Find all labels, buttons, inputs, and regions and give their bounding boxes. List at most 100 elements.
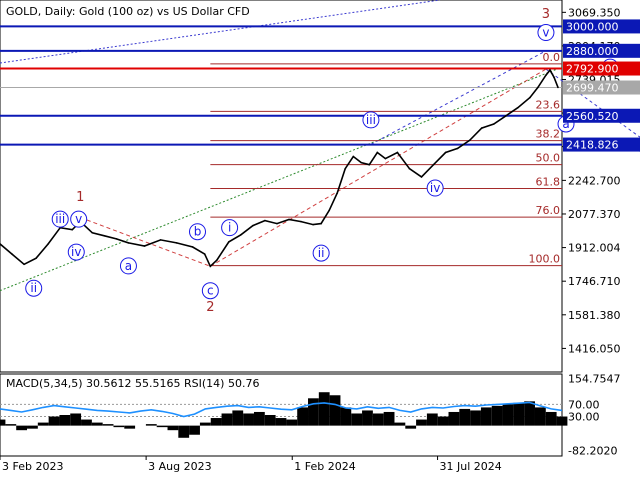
macd-bar [124,425,136,429]
time-tick-label: 3 Aug 2023 [148,460,211,473]
macd-bar [189,425,200,435]
price-point [480,127,483,129]
indicator-label: MACD(5,34,5) 30.5612 55.5165 RSI(14) 50.… [6,377,259,390]
macd-bar [0,419,6,426]
price-point [312,223,314,226]
indicator-tick-label: 70.00 [568,398,600,411]
price-point [215,259,218,261]
macd-bar [513,402,525,426]
level-badge-label: 2560.520 [566,110,619,123]
wave-label-major: 3 [542,7,550,22]
macd-bar [167,425,179,431]
price-point [252,224,254,227]
wave-label: c [207,284,214,298]
macd-bar [470,410,481,426]
wave-label: v [542,26,549,40]
price-point [408,167,411,170]
indicator-tick-label: 30.00 [568,411,600,424]
time-tick-label: 3 Feb 2023 [2,460,63,473]
price-point [545,74,547,77]
macd-bar [459,408,471,426]
price-point [444,151,447,154]
price-point [209,265,212,268]
level-badge-label: 2699.470 [566,82,619,95]
wave-label: ii [318,246,325,260]
price-point [71,228,74,231]
macd-bar [264,415,276,426]
macd-bar [16,425,28,431]
price-point [360,161,363,164]
macd-bar [318,392,330,426]
price-point [320,222,322,225]
price-point [11,253,13,255]
price-point [557,86,559,89]
macd-bar [426,413,438,426]
wave-label: iv [430,181,440,195]
macd-bar [156,425,168,428]
macd-bar [27,425,38,429]
price-point [228,241,230,243]
wave-label: iii [366,113,376,127]
price-point [352,155,355,158]
chart-title: GOLD, Daily: Gold (100 oz) vs US Dollar … [6,5,250,18]
price-point [396,151,399,154]
price-point [300,220,302,223]
macd-bar [59,415,71,426]
price-point [553,76,555,79]
price-point [344,167,347,170]
macd-bar [199,422,211,426]
fib-level-label: 76.0 [536,204,561,217]
price-axis: 3069.3502904.1702739.0152573.8602408.695… [562,6,621,355]
price-tick-label: 2242.700 [568,174,621,187]
price-point [91,231,94,234]
price-point [336,192,339,194]
macd-bar [70,413,82,426]
level-badge-label: 2418.826 [566,139,619,152]
price-point [127,242,130,244]
macd-bar [145,424,157,426]
price-point [420,176,423,178]
fib-level-label: 61.8 [536,175,561,188]
indicator-tick-label: 154.7547 [568,373,621,386]
macd-bar [221,413,233,426]
wave-label: iv [71,245,81,259]
macd-bar [275,418,287,426]
wave-label-major: 2 [206,300,214,315]
price-point [384,157,387,160]
wave-label: a [125,259,132,273]
price-tick-label: 1416.050 [568,342,621,355]
time-tick-label: 31 Jul 2024 [440,460,502,473]
macd-bar [502,404,514,426]
macd-bar [340,407,352,426]
indicator-axis: 154.7547 70.0030.00 -82.2020 [568,373,621,458]
macd-bar [297,407,309,426]
price-point [468,139,471,142]
price-point [276,222,278,225]
price-point [23,263,25,266]
wave-label: v [75,212,82,226]
macd-bar [329,395,341,426]
price-point [517,106,519,109]
macd-bar [351,413,363,426]
macd-bar [394,422,406,426]
price-point [115,238,118,240]
price-point [175,242,178,244]
macd-bar [437,416,449,426]
price-point [240,233,242,236]
price-point [103,235,106,237]
macd-bar [113,425,125,428]
price-point [203,253,206,255]
wave-label: b [194,225,202,239]
macd-bar [556,416,568,426]
macd-bar [545,411,557,426]
macd-bar [491,405,503,426]
price-point [47,243,49,245]
price-tick-label: 1581.380 [568,309,621,322]
macd-bar [362,410,373,426]
macd-bar [37,422,49,426]
price-point [529,96,531,99]
price-point [159,239,162,241]
price-point [191,246,194,248]
chart-canvas[interactable]: 0.023.638.250.061.876.0100.0 1iii viviiab… [0,0,640,480]
wave-label: i [228,221,231,235]
